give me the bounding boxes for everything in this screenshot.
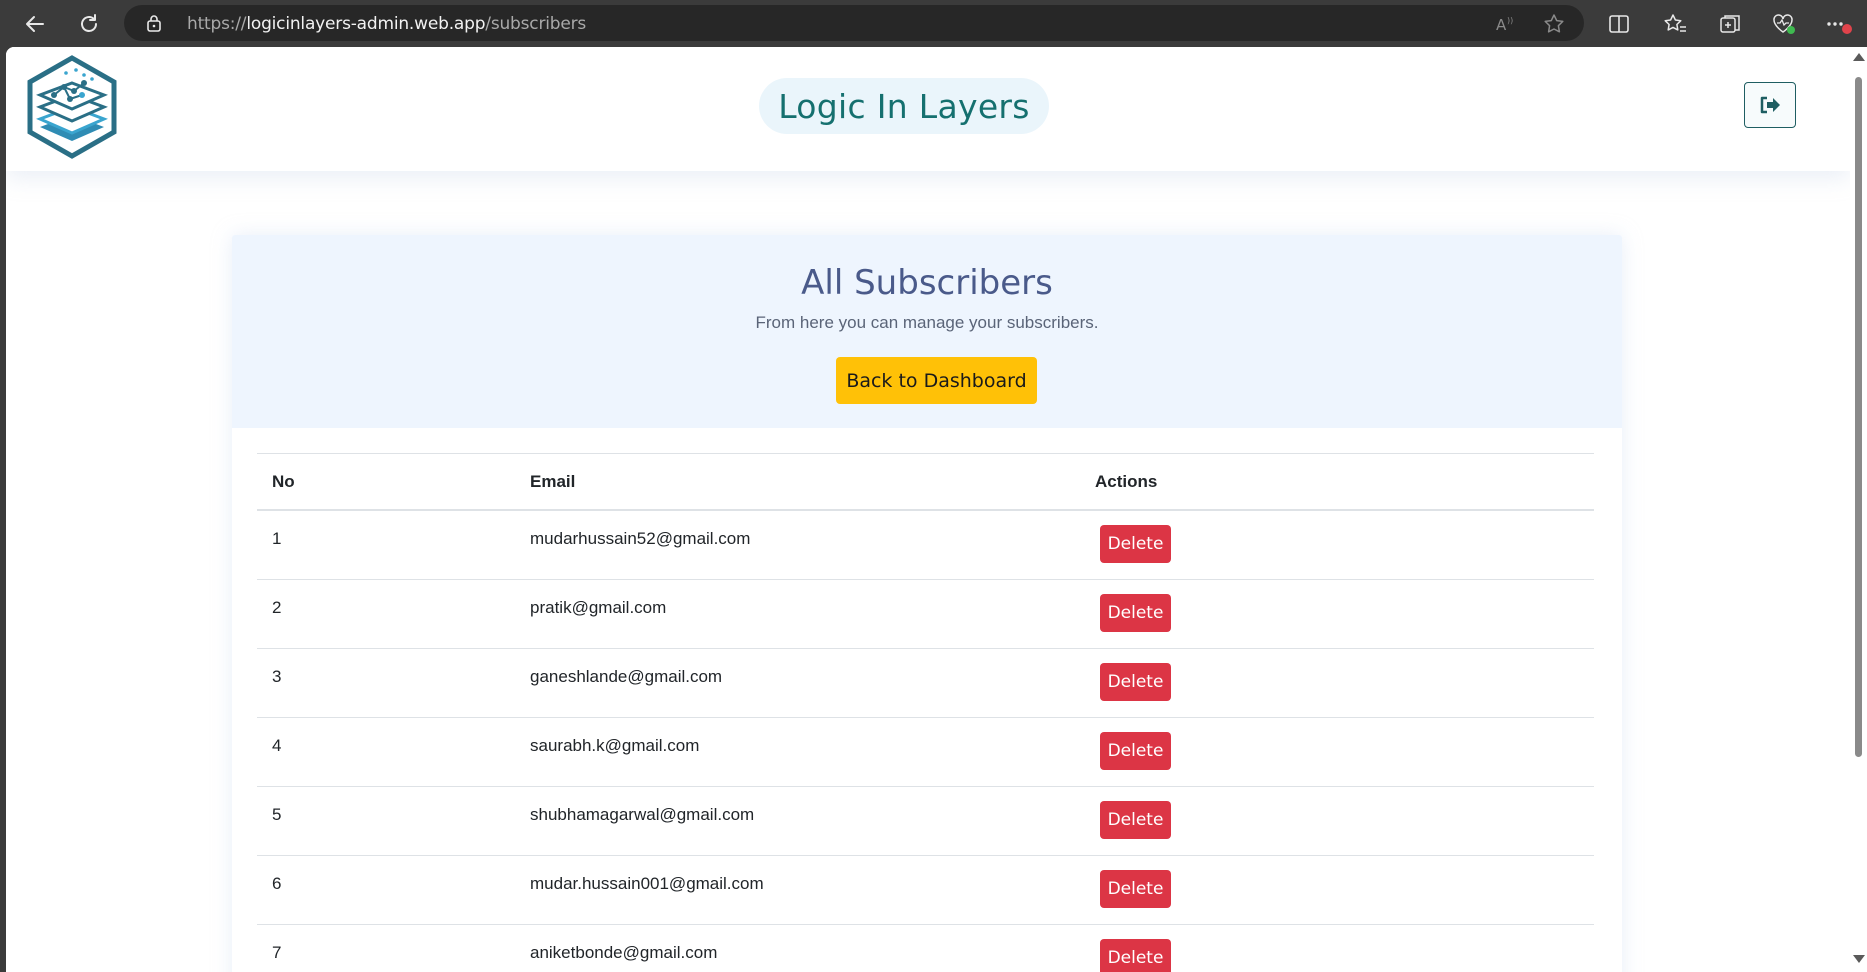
subscribers-table: No Email Actions 1 mudarhussain52@gmail.c… bbox=[257, 453, 1594, 972]
collections-icon[interactable] bbox=[1716, 10, 1744, 38]
page-subtitle: From here you can manage your subscriber… bbox=[755, 313, 1099, 332]
page-viewport: Logic In Layers All Subscribers From her… bbox=[6, 47, 1850, 972]
table-row: 6 mudar.hussain001@gmail.com Delete bbox=[257, 856, 1594, 925]
scrollbar[interactable] bbox=[1850, 47, 1867, 972]
brand-title-text: Logic In Layers bbox=[778, 86, 1030, 126]
delete-button[interactable]: Delete bbox=[1100, 525, 1171, 563]
column-header-email: Email bbox=[530, 472, 576, 491]
row-email: pratik@gmail.com bbox=[530, 598, 667, 617]
address-bar[interactable]: https://logicinlayers-admin.web.app/subs… bbox=[124, 5, 1584, 41]
browser-health-icon[interactable] bbox=[1770, 10, 1798, 38]
scroll-up-arrow-icon[interactable] bbox=[1853, 53, 1865, 61]
row-number: 3 bbox=[272, 667, 282, 686]
browser-toolbar: https://logicinlayers-admin.web.app/subs… bbox=[0, 0, 1867, 47]
row-email: ganeshlande@gmail.com bbox=[530, 667, 723, 686]
scrollbar-thumb[interactable] bbox=[1855, 77, 1862, 757]
row-number: 2 bbox=[272, 598, 282, 617]
back-to-dashboard-button[interactable]: Back to Dashboard bbox=[836, 357, 1037, 404]
refresh-icon[interactable] bbox=[73, 8, 105, 40]
favorites-icon[interactable] bbox=[1661, 10, 1689, 38]
lock-icon[interactable] bbox=[146, 14, 162, 37]
svg-text:A: A bbox=[1496, 16, 1507, 34]
logout-button[interactable] bbox=[1744, 82, 1796, 128]
delete-button[interactable]: Delete bbox=[1100, 939, 1171, 972]
favorite-star-icon[interactable] bbox=[1542, 12, 1566, 36]
split-screen-icon[interactable] bbox=[1605, 10, 1633, 38]
row-number: 6 bbox=[272, 874, 282, 893]
column-header-actions: Actions bbox=[1095, 472, 1158, 491]
delete-button[interactable]: Delete bbox=[1100, 801, 1171, 839]
back-arrow-icon[interactable] bbox=[19, 8, 51, 40]
delete-button[interactable]: Delete bbox=[1100, 663, 1171, 701]
table-row: 2 pratik@gmail.com Delete bbox=[257, 580, 1594, 649]
row-email: aniketbonde@gmail.com bbox=[530, 943, 718, 962]
row-number: 1 bbox=[272, 529, 282, 548]
row-number: 5 bbox=[272, 805, 282, 824]
url-text: https://logicinlayers-admin.web.app/subs… bbox=[187, 14, 587, 34]
table-header: No Email Actions bbox=[257, 453, 1594, 511]
row-email: mudarhussain52@gmail.com bbox=[530, 529, 751, 548]
column-header-no: No bbox=[272, 472, 295, 491]
table-row: 3 ganeshlande@gmail.com Delete bbox=[257, 649, 1594, 718]
logic-in-layers-logo-icon[interactable] bbox=[26, 55, 118, 159]
row-number: 4 bbox=[272, 736, 282, 755]
table-row: 4 saurabh.k@gmail.com Delete bbox=[257, 718, 1594, 787]
delete-button[interactable]: Delete bbox=[1100, 870, 1171, 908]
table-row: 5 shubhamagarwal@gmail.com Delete bbox=[257, 787, 1594, 856]
delete-button[interactable]: Delete bbox=[1100, 732, 1171, 770]
table-body: 1 mudarhussain52@gmail.com Delete 2 pratik@g… bbox=[257, 511, 1594, 972]
subscribers-card: All Subscribers From here you can manage… bbox=[232, 235, 1622, 972]
read-aloud-icon[interactable]: A)) bbox=[1494, 12, 1518, 36]
svg-text:)): )) bbox=[1507, 16, 1513, 25]
hero-section: All Subscribers From here you can manage… bbox=[232, 235, 1622, 428]
row-email: shubhamagarwal@gmail.com bbox=[530, 805, 755, 824]
site-header: Logic In Layers bbox=[6, 47, 1850, 171]
page-title: All Subscribers bbox=[801, 263, 1053, 303]
table-row: 7 aniketbonde@gmail.com Delete bbox=[257, 925, 1594, 972]
more-icon[interactable] bbox=[1825, 10, 1853, 38]
row-email: mudar.hussain001@gmail.com bbox=[530, 874, 764, 893]
brand-title: Logic In Layers bbox=[759, 78, 1049, 134]
delete-button[interactable]: Delete bbox=[1100, 594, 1171, 632]
scroll-down-arrow-icon[interactable] bbox=[1853, 955, 1865, 963]
table-row: 1 mudarhussain52@gmail.com Delete bbox=[257, 511, 1594, 580]
row-number: 7 bbox=[272, 943, 282, 962]
logout-icon bbox=[1760, 96, 1780, 114]
row-email: saurabh.k@gmail.com bbox=[530, 736, 700, 755]
